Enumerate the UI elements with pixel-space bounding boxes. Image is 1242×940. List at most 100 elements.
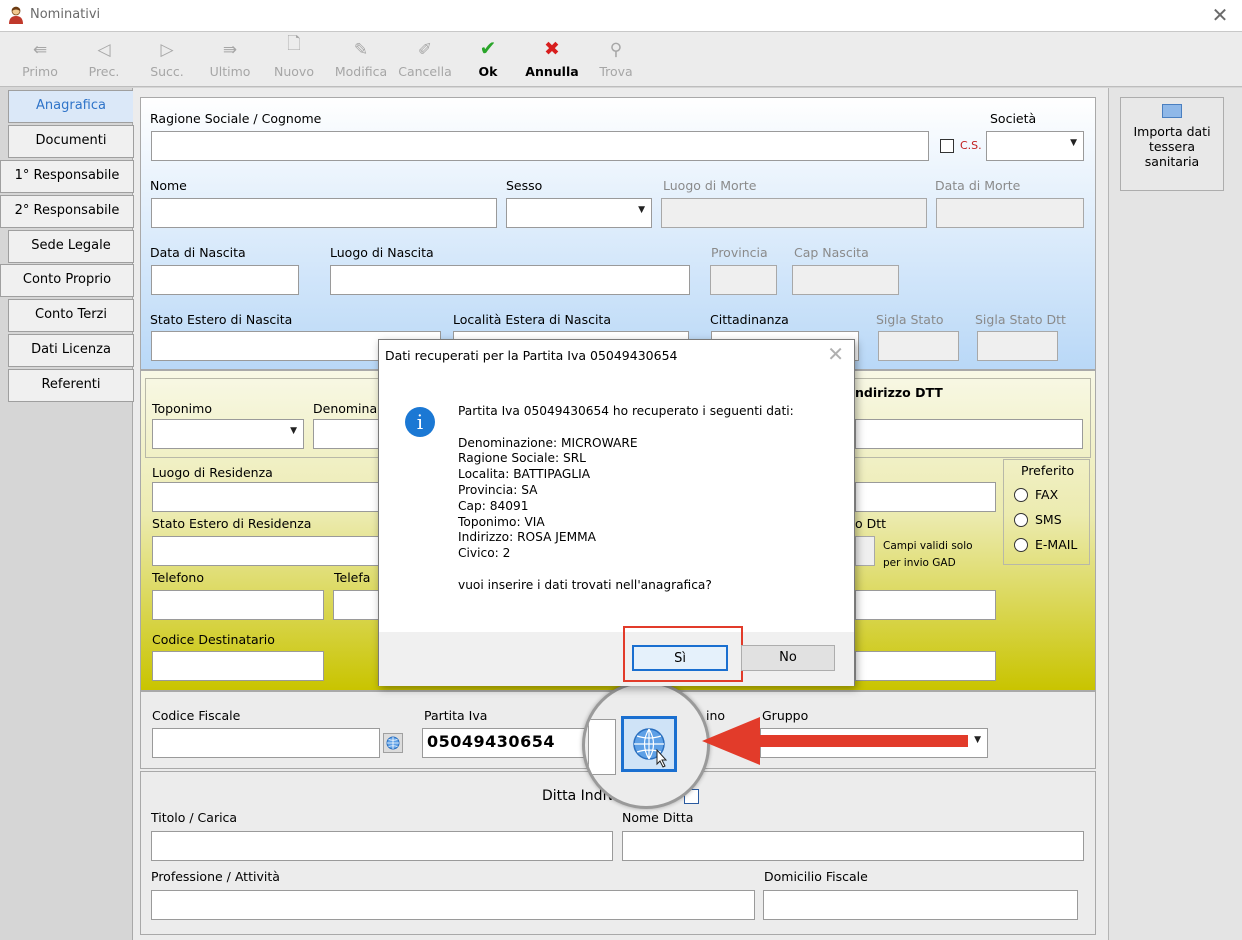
find-button[interactable]: ⚲ Trova xyxy=(592,32,640,87)
toponimo-select[interactable] xyxy=(152,419,304,449)
import-health-card-button[interactable]: Importa dati tessera sanitaria xyxy=(1120,97,1224,191)
tab-secondo-responsabile[interactable]: 2° Responsabile xyxy=(0,195,134,228)
tab-dati-licenza[interactable]: Dati Licenza xyxy=(8,334,134,367)
denominazione-input[interactable] xyxy=(313,419,383,449)
luogo-residenza-input[interactable] xyxy=(152,482,382,512)
globe-icon[interactable] xyxy=(383,733,403,753)
partita-iva-label: Partita Iva xyxy=(424,708,488,723)
domicilio-fiscale-label: Domicilio Fiscale xyxy=(764,869,868,884)
sesso-select[interactable] xyxy=(506,198,652,228)
sigla-stato-label: Sigla Stato xyxy=(876,312,944,327)
delete-button[interactable]: ✐ Cancella xyxy=(394,32,456,87)
provincia-nascita-input xyxy=(710,265,777,295)
domicilio-fiscale-input[interactable] xyxy=(763,890,1078,920)
close-icon[interactable]: ✕ xyxy=(1208,3,1232,27)
zoom-callout xyxy=(582,681,710,809)
first-arrow-icon: ⇚ xyxy=(32,40,48,60)
residenza-dtt-input[interactable] xyxy=(855,482,996,512)
no-button[interactable]: No xyxy=(741,645,835,671)
professione-input[interactable] xyxy=(151,890,755,920)
window-title: Nominativi xyxy=(30,7,101,22)
data-nascita-label: Data di Nascita xyxy=(150,245,246,260)
luogo-nascita-input[interactable] xyxy=(330,265,690,295)
pencil-icon: ✎ xyxy=(353,40,369,60)
codice-fiscale-input[interactable] xyxy=(152,728,380,758)
telefono-label: Telefono xyxy=(152,570,204,585)
dialog-close-icon[interactable]: ✕ xyxy=(827,342,844,366)
codice-destinatario-label: Codice Destinatario xyxy=(152,632,275,647)
indirizzo-dtt-label: ndirizzo DTT xyxy=(855,385,943,400)
title-bar: Nominativi ✕ xyxy=(0,0,1242,32)
email-radio[interactable] xyxy=(1014,538,1028,552)
tab-primo-responsabile[interactable]: 1° Responsabile xyxy=(0,160,134,193)
societa-select[interactable] xyxy=(986,131,1084,161)
toponimo-label: Toponimo xyxy=(152,401,212,416)
ok-button[interactable]: ✔ Ok xyxy=(468,32,508,87)
sms-radio[interactable] xyxy=(1014,513,1028,527)
sigla-stato-dtt-label: Sigla Stato Dtt xyxy=(975,312,1066,327)
sms-label: SMS xyxy=(1035,512,1062,527)
tab-conto-terzi[interactable]: Conto Terzi xyxy=(8,299,134,332)
nome-ditta-input[interactable] xyxy=(622,831,1084,861)
cittadinanza-label: Cittadinanza xyxy=(710,312,789,327)
preferito-label: Preferito xyxy=(1021,463,1075,478)
sigla-stato-input xyxy=(878,331,959,361)
checkmark-icon: ✔ xyxy=(479,36,497,60)
cs-checkbox[interactable] xyxy=(940,139,954,153)
telefax-input[interactable] xyxy=(333,590,383,620)
stato-estero-nascita-label: Stato Estero di Nascita xyxy=(150,312,293,327)
yes-button[interactable]: Sì xyxy=(632,645,728,671)
nome-ditta-label: Nome Ditta xyxy=(622,810,694,825)
stato-estero-residenza-input[interactable] xyxy=(152,536,382,566)
first-record-button[interactable]: ⇚ Primo xyxy=(16,32,64,87)
cancel-button[interactable]: ✖ Annulla xyxy=(522,32,582,87)
dialog-title: Dati recuperati per la Partita Iva 05049… xyxy=(385,348,678,363)
edit-button[interactable]: ✎ Modifica xyxy=(328,32,394,87)
right-panel xyxy=(1108,88,1242,940)
indirizzo-dtt-input[interactable] xyxy=(855,419,1083,449)
fax-label: FAX xyxy=(1035,487,1059,502)
titolo-carica-input[interactable] xyxy=(151,831,613,861)
email-input[interactable] xyxy=(855,590,996,620)
cap-nascita-input xyxy=(792,265,899,295)
cs-label: C.S. xyxy=(960,139,982,152)
dialog-message: Partita Iva 05049430654 ho recuperato i … xyxy=(458,404,794,592)
data-morte-input xyxy=(936,198,1084,228)
tab-conto-proprio[interactable]: Conto Proprio xyxy=(0,264,134,297)
codice-fiscale-label: Codice Fiscale xyxy=(152,708,241,723)
partita-iva-lookup-button[interactable] xyxy=(621,716,677,772)
nome-input[interactable] xyxy=(151,198,497,228)
toolbar: ⇚ Primo ◁ Prec. ▷ Succ. ⇛ Ultimo 🗋 Nuovo… xyxy=(0,32,1242,87)
new-button[interactable]: 🗋 Nuovo xyxy=(268,32,320,87)
last-record-button[interactable]: ⇛ Ultimo xyxy=(205,32,255,87)
ragione-sociale-input[interactable] xyxy=(151,131,929,161)
zoomed-field-edge xyxy=(588,719,616,775)
globe-lookup-icon xyxy=(633,728,668,768)
codice-destinatario-input[interactable] xyxy=(152,651,324,681)
prev-record-button[interactable]: ◁ Prec. xyxy=(84,32,124,87)
info-icon: i xyxy=(405,407,435,437)
tab-documenti[interactable]: Documenti xyxy=(8,125,134,158)
luogo-residenza-label: Luogo di Residenza xyxy=(152,465,273,480)
partita-iva-input[interactable]: 05049430654 xyxy=(422,728,596,758)
luogo-nascita-label: Luogo di Nascita xyxy=(330,245,434,260)
tab-referenti[interactable]: Referenti xyxy=(8,369,134,402)
data-nascita-input[interactable] xyxy=(151,265,299,295)
sigla-stato-dtt-input xyxy=(977,331,1058,361)
tab-sede-legale[interactable]: Sede Legale xyxy=(8,230,134,263)
professione-label: Professione / Attività xyxy=(151,869,280,884)
localita-estera-nascita-label: Località Estera di Nascita xyxy=(453,312,611,327)
dtt-label: o Dtt xyxy=(855,516,887,531)
data-morte-label: Data di Morte xyxy=(935,178,1021,193)
fax-radio[interactable] xyxy=(1014,488,1028,502)
nome-label: Nome xyxy=(150,178,187,193)
pec-input[interactable] xyxy=(855,651,996,681)
card-icon xyxy=(1162,104,1182,118)
next-record-button[interactable]: ▷ Succ. xyxy=(147,32,187,87)
luogo-morte-label: Luogo di Morte xyxy=(663,178,757,193)
stato-estero-residenza-label: Stato Estero di Residenza xyxy=(152,516,312,531)
tab-anagrafica[interactable]: Anagrafica xyxy=(8,90,133,123)
red-arrow-icon xyxy=(702,717,968,765)
telefono-input[interactable] xyxy=(152,590,324,620)
partita-iva-dialog: Dati recuperati per la Partita Iva 05049… xyxy=(378,339,855,686)
